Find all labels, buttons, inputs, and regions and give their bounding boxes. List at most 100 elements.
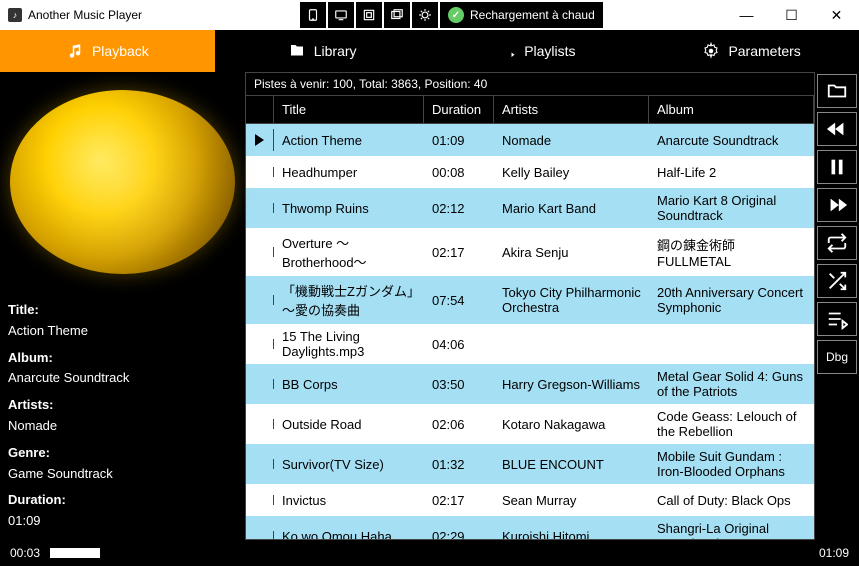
debug-button[interactable]: Dbg [817,340,857,374]
open-folder-button[interactable] [817,74,857,108]
tab-label: Library [314,43,357,59]
minimize-button[interactable]: — [724,0,769,30]
footer: 00:03 01:09 [0,540,859,566]
progress-bar[interactable] [50,548,100,558]
track-album: Shangri-La Original Soundtrack 2 [649,516,814,539]
total-time: 01:09 [819,546,849,560]
next-button[interactable] [817,188,857,222]
meta-album-value: Anarcute Soundtrack [8,368,237,389]
track-album: Call of Duty: Black Ops [649,488,814,513]
meta-duration-label: Duration: [8,490,237,511]
track-artist: Tokyo City Philharmonic Orchestra [494,280,649,320]
track-album: Mario Kart 8 Original Soundtrack [649,188,814,228]
now-playing-panel: Title: Action Theme Album: Anarcute Soun… [0,72,245,540]
track-duration: 01:32 [424,452,494,477]
meta-artists-label: Artists: [8,395,237,416]
track-album: 20th Anniversary Concert Symphonic [649,280,814,320]
tool-phone-icon[interactable] [300,2,326,28]
track-artist: BLUE ENCOUNT [494,452,649,477]
playlist-panel: Pistes à venir: 100, Total: 3863, Positi… [245,72,815,540]
play-indicator [246,129,274,151]
shuffle-button[interactable] [817,264,857,298]
tab-library[interactable]: Library [215,30,430,72]
track-duration: 00:08 [424,160,494,185]
album-art [10,90,235,274]
track-artist: Nomade [494,128,649,153]
col-play-header [246,96,274,123]
track-title: Ko wo Omou Haha [274,524,424,540]
track-row[interactable]: Survivor(TV Size)01:32BLUE ENCOUNTMobile… [246,444,814,484]
track-duration: 04:06 [424,332,494,357]
pause-button[interactable] [817,150,857,184]
track-row[interactable]: Headhumper00:08Kelly BaileyHalf-Life 2 [246,156,814,188]
queue-button[interactable] [817,302,857,336]
app-icon: ♪ [8,8,22,22]
col-duration-header[interactable]: Duration [424,96,494,123]
track-row[interactable]: Outside Road02:06Kotaro NakagawaCode Gea… [246,404,814,444]
track-artist: Kuroishi Hitomi [494,524,649,540]
previous-button[interactable] [817,112,857,146]
track-title: Survivor(TV Size) [274,452,424,477]
meta-title-value: Action Theme [8,321,237,342]
tab-parameters[interactable]: Parameters [644,30,859,72]
tab-playback[interactable]: Playback [0,30,215,72]
track-row[interactable]: BB Corps03:50Harry Gregson-WilliamsMetal… [246,364,814,404]
track-row[interactable]: 15 The Living Daylights.mp304:06 [246,324,814,364]
play-indicator [246,531,274,539]
track-duration: 02:29 [424,524,494,540]
track-artist: Kelly Bailey [494,160,649,185]
track-title: 「機動戦士Zガンダム」～愛の協奏曲 [274,276,424,324]
track-album: Code Geass: Lelouch of the Rebellion [649,404,814,444]
track-title: Overture ～Brotherhood～ [274,228,424,276]
track-artist: Kotaro Nakagawa [494,412,649,437]
track-album: Metal Gear Solid 4: Guns of the Patriots [649,364,814,404]
playlist-status: Pistes à venir: 100, Total: 3863, Positi… [246,73,814,96]
track-row[interactable]: Thwomp Ruins02:12Mario Kart BandMario Ka… [246,188,814,228]
play-indicator [246,167,274,177]
track-row[interactable]: Action Theme01:09NomadeAnarcute Soundtra… [246,124,814,156]
track-title: Thwomp Ruins [274,196,424,221]
track-duration: 01:09 [424,128,494,153]
track-album: Anarcute Soundtrack [649,128,814,153]
track-title: Action Theme [274,128,424,153]
meta-album-label: Album: [8,348,237,369]
track-row[interactable]: Invictus02:17Sean MurrayCall of Duty: Bl… [246,484,814,516]
close-button[interactable]: ✕ [814,0,859,30]
meta-duration-value: 01:09 [8,511,237,532]
play-indicator [246,495,274,505]
window-title: Another Music Player [28,8,142,22]
track-artist: Harry Gregson-Williams [494,372,649,397]
tool-square-icon[interactable] [356,2,382,28]
repeat-button[interactable] [817,226,857,260]
tab-playlists[interactable]: Playlists [430,30,645,72]
track-artist [494,339,649,349]
tool-bug-icon[interactable] [412,2,438,28]
hot-reload-badge[interactable]: ✓ Rechargement à chaud [440,2,603,28]
track-duration: 02:17 [424,488,494,513]
tab-label: Parameters [728,43,800,59]
hot-reload-label: Rechargement à chaud [470,8,595,22]
track-artist: Mario Kart Band [494,196,649,221]
track-duration: 03:50 [424,372,494,397]
col-title-header[interactable]: Title [274,96,424,123]
track-album: 鋼の錬金術師 FULLMETAL [649,230,814,274]
col-album-header[interactable]: Album [649,96,814,123]
check-icon: ✓ [448,7,464,23]
track-row[interactable]: Ko wo Omou Haha02:29Kuroishi HitomiShang… [246,516,814,539]
track-title: Invictus [274,488,424,513]
tool-layer-icon[interactable] [384,2,410,28]
play-indicator [246,247,274,257]
track-artist: Sean Murray [494,488,649,513]
track-duration: 07:54 [424,288,494,313]
tab-label: Playback [92,43,149,59]
meta-artists-value: Nomade [8,416,237,437]
track-list[interactable]: Action Theme01:09NomadeAnarcute Soundtra… [246,124,814,539]
track-row[interactable]: Overture ～Brotherhood～02:17Akira Senju鋼の… [246,228,814,276]
col-artists-header[interactable]: Artists [494,96,649,123]
play-indicator [246,295,274,305]
track-row[interactable]: 「機動戦士Zガンダム」～愛の協奏曲07:54Tokyo City Philhar… [246,276,814,324]
tool-device-icon[interactable] [328,2,354,28]
track-title: BB Corps [274,372,424,397]
play-indicator [246,419,274,429]
maximize-button[interactable]: ☐ [769,0,814,30]
